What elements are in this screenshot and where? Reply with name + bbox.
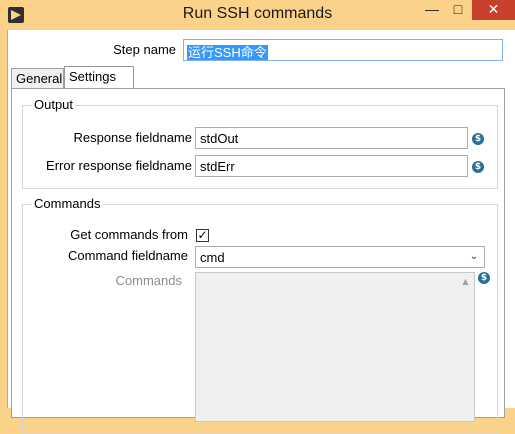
variable-icon[interactable]: $: [472, 133, 484, 145]
title-bar[interactable]: Run SSH commands — □ ✕: [0, 0, 515, 30]
close-button[interactable]: ✕: [472, 0, 515, 20]
minimize-button[interactable]: —: [420, 0, 444, 20]
response-fieldname-label: Response fieldname: [73, 130, 192, 145]
dialog-body: Step name 运行SSH命令 General Settings Outpu…: [7, 30, 515, 434]
tab-bar: General Settings: [8, 66, 508, 89]
tab-settings[interactable]: Settings: [64, 66, 134, 89]
output-group-title: Output: [32, 97, 76, 112]
commands-group-title: Commands: [32, 196, 103, 211]
command-fieldname-dropdown[interactable]: cmd ⌄: [195, 246, 485, 268]
chevron-down-icon[interactable]: ⌄: [466, 249, 482, 265]
get-commands-checkbox[interactable]: ✓: [196, 229, 209, 242]
error-fieldname-input[interactable]: stdErr: [195, 155, 468, 177]
commands-label: Commands: [115, 273, 182, 288]
maximize-button[interactable]: □: [446, 0, 470, 20]
error-fieldname-label: Error response fieldname: [46, 158, 192, 173]
settings-panel: Output Response fieldname stdOut $ Error…: [11, 88, 505, 434]
scroll-up-icon[interactable]: ▲: [457, 275, 474, 289]
command-fieldname-value: cmd: [200, 250, 225, 265]
commands-textarea[interactable]: [195, 272, 475, 422]
tab-general[interactable]: General: [11, 68, 64, 88]
dialog-window: Run SSH commands — □ ✕ Step name 运行SSH命令…: [0, 0, 515, 434]
response-fieldname-input[interactable]: stdOut: [195, 127, 468, 149]
step-name-value: 运行SSH命令: [187, 45, 268, 60]
variable-icon[interactable]: $: [478, 272, 490, 284]
command-fieldname-label: Command fieldname: [68, 248, 188, 263]
variable-icon[interactable]: $: [472, 161, 484, 173]
step-name-input[interactable]: 运行SSH命令: [183, 39, 503, 61]
commands-scrollbar[interactable]: ▲: [457, 273, 474, 421]
step-name-label: Step name: [113, 42, 176, 57]
get-commands-from-label: Get commands from: [70, 227, 188, 242]
